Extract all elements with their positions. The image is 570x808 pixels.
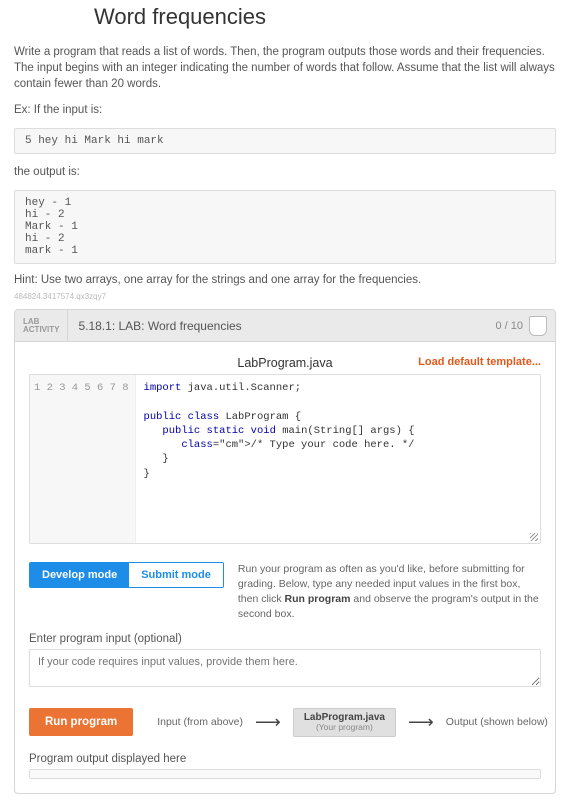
editor-gutter: 1 2 3 4 5 6 7 8 <box>30 375 136 543</box>
program-output-label: Program output displayed here <box>29 753 541 765</box>
editor-code-area[interactable]: import java.util.Scanner; public class L… <box>136 375 540 543</box>
example-input-label: Ex: If the input is: <box>14 102 556 118</box>
lab-header: LAB ACTIVITY 5.18.1: LAB: Word frequenci… <box>15 310 555 342</box>
mode-description: Run your program as often as you'd like,… <box>238 562 541 621</box>
lab-score: 0 / 10 <box>487 310 555 341</box>
file-name: LabProgram.java <box>237 356 332 370</box>
flow-input-label: Input (from above) <box>157 716 243 728</box>
program-input[interactable] <box>29 649 541 687</box>
flow-output-label: Output (shown below) <box>446 716 548 728</box>
problem-description: Write a program that reads a list of wor… <box>14 44 556 92</box>
shield-icon <box>529 316 547 336</box>
program-input-label: Enter program input (optional) <box>29 633 541 645</box>
program-box-title: LabProgram.java <box>304 712 385 723</box>
example-output-block: hey - 1 hi - 2 Mark - 1 hi - 2 mark - 1 <box>14 190 556 264</box>
resize-handle-icon[interactable] <box>530 533 538 541</box>
arrow-right-icon: ⟶ <box>408 713 434 731</box>
lab-title: 5.18.1: LAB: Word frequencies <box>68 310 487 341</box>
load-default-template-link[interactable]: Load default template... <box>418 356 541 368</box>
mode-toggle: Develop mode Submit mode <box>29 562 224 588</box>
page-title: Word frequencies <box>94 4 556 30</box>
hint-text: Hint: Use two arrays, one array for the … <box>14 274 556 286</box>
arrow-right-icon: ⟶ <box>255 713 281 731</box>
example-input-block: 5 hey hi Mark hi mark <box>14 128 556 154</box>
program-output <box>29 769 541 779</box>
activity-id: 484824.3417574.qx3zqy7 <box>14 292 556 301</box>
develop-mode-button[interactable]: Develop mode <box>30 563 129 587</box>
submit-mode-button[interactable]: Submit mode <box>129 563 223 587</box>
run-program-button[interactable]: Run program <box>29 708 133 736</box>
lab-activity-panel: LAB ACTIVITY 5.18.1: LAB: Word frequenci… <box>14 309 556 793</box>
program-box: LabProgram.java (Your program) <box>293 708 396 736</box>
code-editor[interactable]: 1 2 3 4 5 6 7 8 import java.util.Scanner… <box>29 374 541 544</box>
example-output-label: the output is: <box>14 164 556 180</box>
program-box-sub: (Your program) <box>304 723 385 732</box>
lab-badge-line2: ACTIVITY <box>23 326 59 334</box>
lab-badge: LAB ACTIVITY <box>15 310 68 341</box>
lab-score-text: 0 / 10 <box>495 320 523 332</box>
